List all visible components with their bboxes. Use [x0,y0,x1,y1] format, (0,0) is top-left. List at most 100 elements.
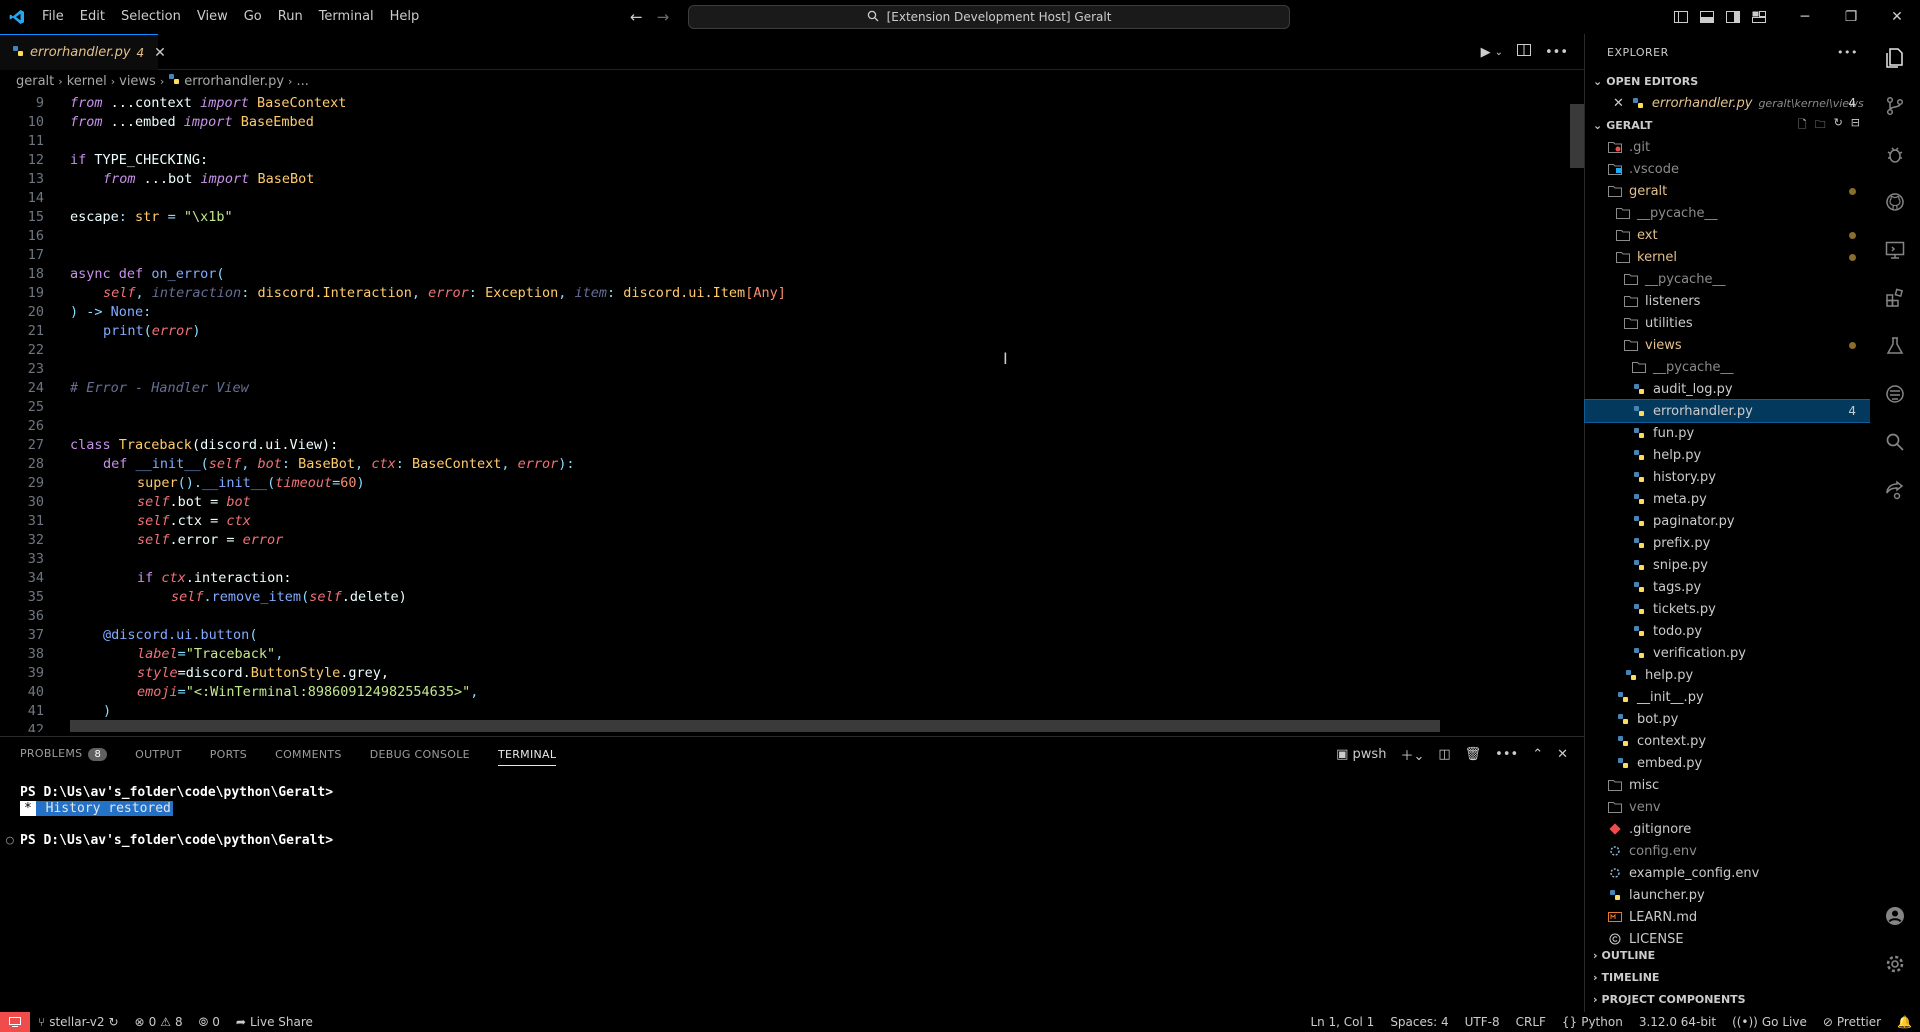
chevron-down-icon[interactable]: ⌄ [1495,47,1503,58]
tree-file[interactable]: prefix.py [1585,532,1870,554]
close-icon[interactable]: ✕ [1613,96,1624,111]
tree-file[interactable]: verification.py [1585,642,1870,664]
language-mode[interactable]: {} Python [1554,1015,1631,1029]
run-python-icon[interactable]: ▶ [1481,45,1491,60]
project-components-section[interactable]: › PROJECT COMPONENTS [1585,988,1871,1010]
tree-folder[interactable]: views [1585,334,1870,356]
ports-indicator[interactable]: ⦾ 0 [191,1015,228,1030]
github-icon[interactable] [1870,178,1920,226]
tree-folder[interactable]: misc [1585,774,1870,796]
python-interpreter[interactable]: 3.12.0 64-bit [1631,1015,1724,1029]
toggle-secondary-sidebar-icon[interactable] [1720,0,1746,34]
live-share-button[interactable]: ➦ Live Share [228,1015,321,1029]
problems-indicator[interactable]: ⊗ 0 ⚠ 8 [127,1015,191,1029]
close-tab-icon[interactable]: ✕ [154,45,166,61]
menu-selection[interactable]: Selection [113,0,189,34]
go-live-button[interactable]: ((•)) Go Live [1724,1015,1815,1029]
tab-output[interactable]: OUTPUT [135,748,182,761]
remote-indicator-icon[interactable] [0,1012,30,1032]
tree-folder[interactable]: utilities [1585,312,1870,334]
cursor-position[interactable]: Ln 1, Col 1 [1302,1015,1382,1029]
tree-folder[interactable]: listeners [1585,290,1870,312]
settings-gear-icon[interactable] [1870,940,1920,988]
minimize-icon[interactable]: ─ [1782,0,1828,34]
more-actions-icon[interactable]: ••• [1837,46,1858,59]
code-editor[interactable]: 9 from ...context import BaseContext 10 fr… [0,94,1584,732]
open-editors-section[interactable]: ⌄ OPEN EDITORS [1585,70,1870,92]
open-editor-item[interactable]: ✕ errorhandler.py geralt\kernel\views 4 [1585,92,1870,114]
tree-folder[interactable]: .vscode [1585,158,1870,180]
live-share-icon[interactable] [1870,466,1920,514]
tree-file[interactable]: __init__.py [1585,686,1870,708]
tree-file[interactable]: LEARN.md [1585,906,1870,928]
horizontal-scrollbar[interactable] [70,720,1440,732]
menu-terminal[interactable]: Terminal [311,0,382,34]
tree-file[interactable]: paginator.py [1585,510,1870,532]
notifications-bell-icon[interactable]: 🔔 [1889,1015,1920,1029]
breadcrumb-kernel[interactable]: kernel [67,74,107,89]
menu-view[interactable]: View [189,0,236,34]
indentation[interactable]: Spaces: 4 [1382,1015,1456,1029]
tree-folder[interactable]: kernel [1585,246,1870,268]
tree-file[interactable]: context.py [1585,730,1870,752]
tree-folder[interactable]: geralt [1585,180,1870,202]
tree-folder[interactable]: __pycache__ [1585,268,1870,290]
tab-ports[interactable]: PORTS [210,748,247,761]
breadcrumb-geralt[interactable]: geralt [16,74,54,89]
menu-file[interactable]: File [34,0,72,34]
customize-layout-icon[interactable] [1746,0,1772,34]
forward-arrow-icon[interactable]: → [657,8,670,26]
run-debug-icon[interactable] [1870,130,1920,178]
back-arrow-icon[interactable]: ← [630,8,643,26]
terminal-shell-selector[interactable]: ▣ pwsh [1336,747,1386,762]
menu-go[interactable]: Go [236,0,270,34]
timeline-section[interactable]: › TIMELINE [1585,966,1871,988]
tree-file[interactable]: bot.py [1585,708,1870,730]
split-editor-icon[interactable] [1516,44,1531,60]
tree-file[interactable]: tags.py [1585,576,1870,598]
explorer-icon[interactable] [1870,34,1920,82]
menu-help[interactable]: Help [382,0,428,34]
more-actions-icon[interactable]: ••• [1545,45,1568,60]
search-icon[interactable] [1870,418,1920,466]
line-ending[interactable]: CRLF [1508,1015,1554,1029]
tab-comments[interactable]: COMMENTS [275,748,342,761]
terminal-output[interactable]: PS D:\Us\av's_folder\code\python\Geralt>… [6,785,333,849]
breadcrumb-file[interactable]: errorhandler.py [184,74,284,89]
tree-file[interactable]: snipe.py [1585,554,1870,576]
menu-run[interactable]: Run [270,0,311,34]
command-center[interactable]: [Extension Development Host] Geralt [688,5,1290,29]
tab-terminal[interactable]: TERMINAL [497,748,557,766]
tab-errorhandler[interactable]: errorhandler.py 4 ✕ [0,34,166,70]
remote-hub-icon[interactable] [1870,370,1920,418]
source-control-icon[interactable] [1870,82,1920,130]
tree-file[interactable]: errorhandler.py 4 [1584,399,1871,423]
collapse-all-icon[interactable]: ⊟ [1851,116,1860,135]
tree-file[interactable]: tickets.py [1585,598,1870,620]
branch-indicator[interactable]: ⑂ stellar-v2 ↻ [30,1015,127,1029]
tree-folder[interactable]: ext [1585,224,1870,246]
restore-icon[interactable]: ❐ [1828,0,1874,34]
menu-edit[interactable]: Edit [72,0,113,34]
tab-problems[interactable]: PROBLEMS 8 [20,747,108,761]
tree-folder[interactable]: .git [1585,136,1870,158]
tree-folder[interactable]: venv [1585,796,1870,818]
tree-file[interactable]: help.py [1585,444,1870,466]
tree-folder[interactable]: __pycache__ [1585,202,1870,224]
breadcrumb-symbol[interactable]: ... [296,74,308,89]
new-terminal-icon[interactable]: ＋⌄ [1400,745,1424,764]
tree-file[interactable]: .gitignore [1585,818,1870,840]
toggle-panel-icon[interactable] [1694,0,1720,34]
close-window-icon[interactable]: ✕ [1874,0,1920,34]
extensions-icon[interactable] [1870,274,1920,322]
vertical-scrollbar[interactable] [1570,104,1584,168]
command-decoration-icon[interactable]: ○ [6,833,14,849]
tree-file[interactable]: todo.py [1585,620,1870,642]
tab-debug-console[interactable]: DEBUG CONSOLE [370,748,470,761]
kill-terminal-icon[interactable]: 🗑 [1465,747,1482,762]
accounts-icon[interactable] [1870,892,1920,940]
tree-file[interactable]: history.py [1585,466,1870,488]
new-folder-icon[interactable]: 🗀 [1815,116,1826,135]
workspace-section[interactable]: ⌄ GERALT 🗋 🗀 ↻ ⊟ [1585,114,1870,136]
tree-file[interactable]: help.py [1585,664,1870,686]
